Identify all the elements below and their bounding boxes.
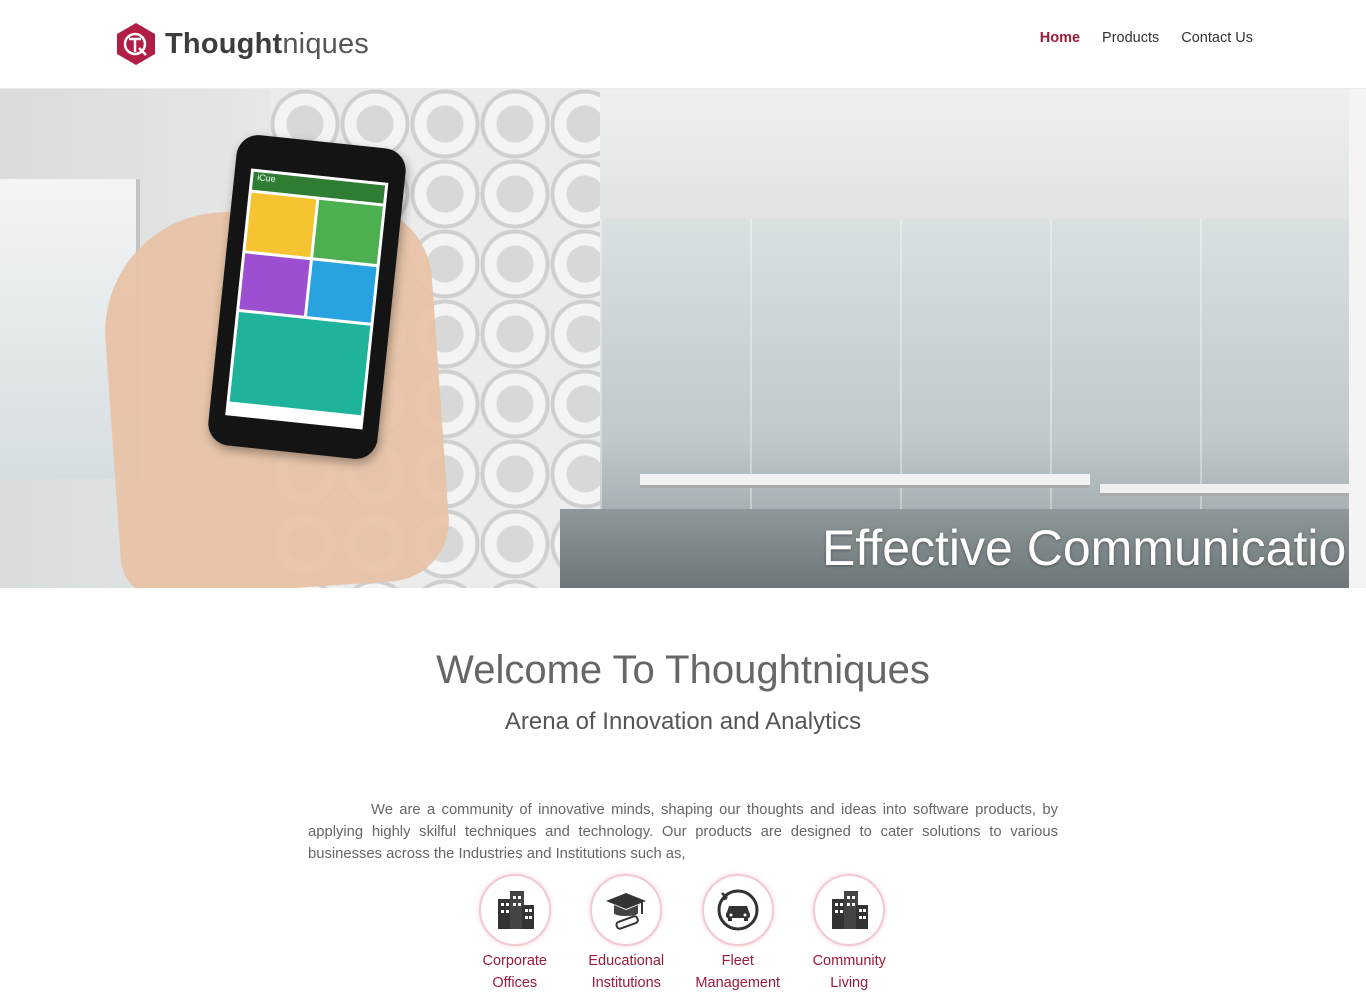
site-header: Thoughtniques Home Products Contact Us bbox=[0, 0, 1366, 89]
welcome-tagline: Arena of Innovation and Analytics bbox=[504, 708, 862, 735]
brand-name-light: niques bbox=[282, 27, 370, 60]
sector-community-living[interactable]: Community Living bbox=[807, 874, 893, 994]
sector-label: Fleet Management bbox=[695, 950, 780, 994]
app-tile bbox=[306, 260, 377, 323]
sectors-list: Corporate Offices Educational Institutio… bbox=[472, 874, 892, 994]
graduation-cap-icon bbox=[606, 893, 647, 930]
nav-products[interactable]: Products bbox=[1102, 30, 1159, 46]
intro-paragraph: We are a community of innovative minds, … bbox=[308, 802, 1058, 862]
sector-label-line: Community bbox=[812, 953, 886, 969]
app-tile bbox=[245, 192, 316, 258]
hero-caption: Effective Communicatio bbox=[822, 520, 1347, 576]
sector-label: Educational Institutions bbox=[588, 950, 664, 994]
brand-logo[interactable]: Thoughtniques bbox=[115, 21, 369, 67]
app-tile bbox=[239, 253, 310, 316]
sector-icon-circle bbox=[590, 874, 663, 946]
sector-label-line: Educational bbox=[588, 953, 665, 969]
sector-label: Corporate Offices bbox=[483, 950, 547, 994]
sector-label-line: Fleet bbox=[721, 953, 754, 969]
sector-label-line: Offices bbox=[492, 975, 538, 991]
sector-icon-circle bbox=[813, 874, 886, 946]
welcome-title: Welcome To Thoughtniques bbox=[436, 648, 930, 692]
app-tile bbox=[312, 199, 383, 265]
sector-icon-circle bbox=[478, 874, 551, 946]
sector-label-line: Institutions bbox=[591, 975, 661, 991]
sector-educational-institutions[interactable]: Educational Institutions bbox=[584, 874, 670, 994]
main-nav: Home Products Contact Us bbox=[1040, 30, 1253, 46]
brand-name: Thoughtniques bbox=[165, 28, 369, 61]
hero-desk bbox=[640, 474, 1090, 488]
hero-desk bbox=[1100, 484, 1349, 496]
sector-corporate-offices[interactable]: Corporate Offices bbox=[472, 874, 558, 994]
hero-ceiling bbox=[560, 89, 1349, 219]
sector-icon-circle bbox=[701, 874, 774, 946]
nav-contact-us[interactable]: Contact Us bbox=[1181, 30, 1253, 46]
phone-screen: iCue bbox=[225, 168, 389, 430]
hero-edge bbox=[1349, 89, 1366, 588]
sector-label-line: Corporate bbox=[482, 953, 547, 969]
brand-name-bold: Thought bbox=[165, 27, 283, 60]
building-icon bbox=[497, 891, 534, 929]
hero-banner: iCue Effective Communicatio bbox=[0, 89, 1349, 588]
app-tile bbox=[229, 311, 371, 416]
vehicle-icon bbox=[717, 889, 759, 931]
sector-label-line: Living bbox=[830, 975, 869, 991]
building-icon bbox=[832, 891, 869, 929]
nav-home[interactable]: Home bbox=[1040, 30, 1080, 46]
sector-label: Community Living bbox=[813, 950, 886, 994]
hero-phone: iCue bbox=[206, 132, 408, 462]
sector-fleet-management[interactable]: Fleet Management bbox=[695, 874, 781, 994]
logo-hexagon-icon bbox=[117, 23, 155, 65]
sector-label-line: Management bbox=[695, 975, 781, 991]
